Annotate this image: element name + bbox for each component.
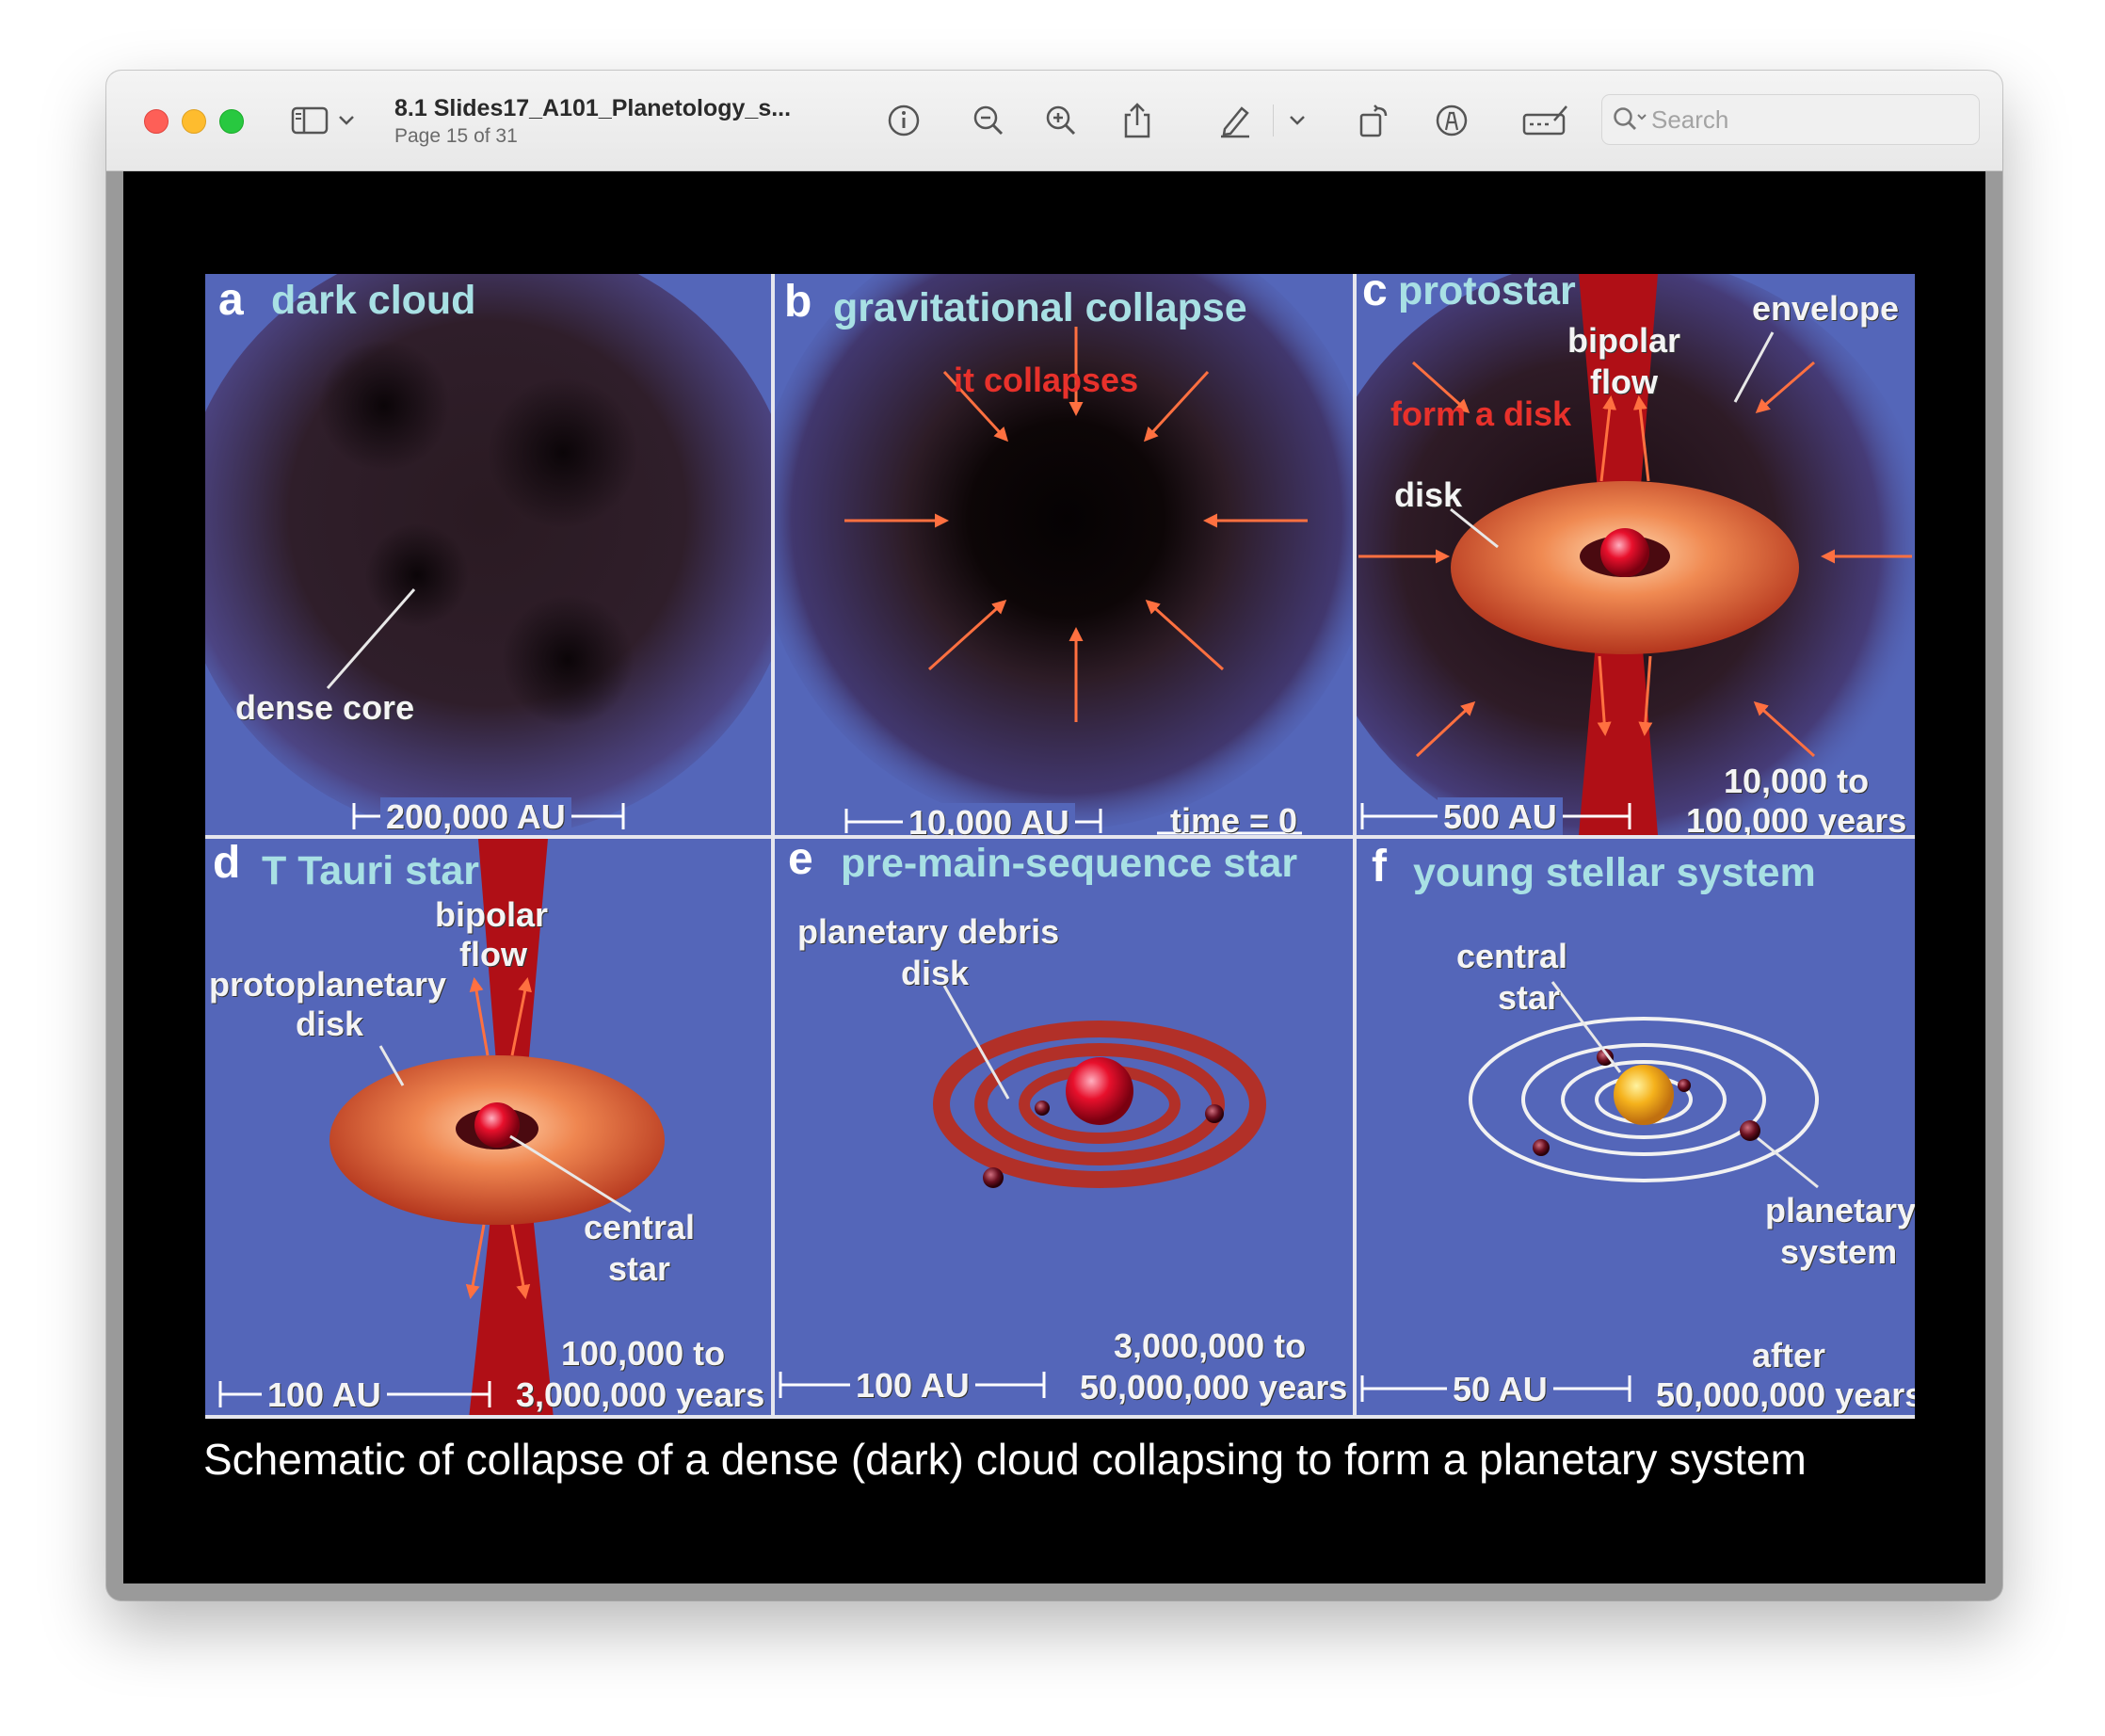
panel-c-title: protostar (1398, 274, 1576, 313)
disk-label: disk (1394, 475, 1463, 514)
panel-e-pre-main-sequence-star: e pre-main-sequence star planetary debri… (775, 839, 1353, 1419)
it-collapses-annotation: it collapses (954, 361, 1139, 399)
sidebar-icon (291, 106, 329, 135)
search-input[interactable] (1651, 103, 1962, 137)
markup-icon (1436, 104, 1468, 137)
highlight-options-button[interactable] (1283, 99, 1311, 142)
preview-window: 8.1 Slides17_A101_Planetology_s... Page … (106, 71, 2002, 1600)
debris-disk-label: disk (901, 954, 970, 992)
collapse-illustration (775, 274, 1353, 835)
central-label-f: central (1456, 937, 1568, 975)
bipolar-label-d: bipolar (435, 895, 549, 934)
rotate-icon (1359, 104, 1388, 137)
panel-d-duration-line2: 3,000,000 years (516, 1375, 765, 1414)
form-a-disk-annotation: form a disk (1390, 394, 1572, 433)
panel-e-letter: e (788, 839, 813, 884)
zoom-out-button[interactable] (967, 99, 1010, 142)
sidebar-options-button[interactable] (332, 99, 361, 142)
star-label-f: star (1498, 978, 1561, 1017)
panel-b-letter: b (784, 277, 812, 327)
bipolar-label: bipolar (1567, 321, 1681, 360)
page-indicator: Page 15 of 31 (394, 125, 518, 147)
chevron-down-icon (339, 116, 354, 125)
zoom-window-button[interactable] (219, 109, 244, 134)
panel-f-letter: f (1372, 842, 1387, 892)
close-window-button[interactable] (144, 109, 169, 134)
figure-divider-vertical-2 (1353, 274, 1357, 1419)
panel-c-scale: 500 AU (1438, 797, 1563, 835)
slide-caption: Schematic of collapse of a dense (dark) … (203, 1435, 1807, 1484)
planetary-debris-label: planetary debris (797, 912, 1060, 951)
flow-label-d: flow (459, 935, 527, 973)
panel-b-time: time = 0 (1170, 801, 1298, 835)
minimize-window-button[interactable] (182, 109, 206, 134)
info-button[interactable] (882, 99, 925, 142)
panel-f-duration-line2: 50,000,000 years (1656, 1375, 1915, 1414)
info-icon (888, 104, 920, 137)
panel-a-dark-cloud: a dark cloud dense core 200,000 AU (205, 274, 771, 835)
share-button[interactable] (1116, 99, 1159, 142)
figure-divider-vertical-1 (771, 274, 775, 1419)
figure-divider-horizontal (205, 835, 1915, 839)
planetary-label: planetary (1765, 1191, 1915, 1230)
dark-cloud-illustration (205, 274, 771, 835)
panel-d-t-tauri-star: d T Tauri star bipolar flow protoplaneta… (205, 839, 771, 1419)
panel-f-scale: 50 AU (1447, 1370, 1553, 1409)
form-fill-icon (1522, 105, 1567, 136)
system-label: system (1780, 1232, 1898, 1271)
panel-e-duration-line1: 3,000,000 to (1114, 1326, 1307, 1365)
panel-b-title: gravitational collapse (833, 285, 1247, 330)
title-bar: 8.1 Slides17_A101_Planetology_s... Page … (106, 71, 2002, 171)
search-icon (1612, 105, 1649, 138)
panel-f-title: young stellar system (1413, 850, 1816, 895)
zoom-out-icon (973, 105, 1004, 136)
star-formation-figure: a dark cloud dense core 200,000 AU b gra… (205, 274, 1915, 1419)
young-stellar-system-illustration (1357, 839, 1915, 1419)
markup-button[interactable] (1430, 99, 1473, 142)
figure-bottom-border (205, 1415, 1915, 1419)
panel-c-duration-line2: 100,000 years (1686, 801, 1907, 835)
panel-c-letter: c (1362, 274, 1388, 315)
panel-a-letter: a (218, 275, 244, 325)
envelope-label: envelope (1752, 289, 1900, 328)
share-icon (1124, 103, 1150, 138)
panel-d-title: T Tauri star (262, 848, 479, 893)
zoom-in-icon (1046, 105, 1076, 136)
flow-label: flow (1590, 362, 1658, 401)
panel-d-letter: d (213, 839, 241, 888)
panel-e-scale: 100 AU (850, 1366, 975, 1406)
panel-e-duration-line2: 50,000,000 years (1080, 1368, 1348, 1406)
panel-b-scale: 10,000 AU (903, 803, 1075, 835)
protoplanetary-label: protoplanetary (209, 965, 447, 1004)
chevron-down-icon (1290, 116, 1305, 125)
panel-d-duration-line1: 100,000 to (561, 1334, 726, 1373)
panel-c-protostar: c protostar bipolar flow envelope disk f… (1357, 274, 1915, 835)
panel-c-duration-line1: 10,000 to (1724, 762, 1870, 800)
panel-f-duration-line1: after (1752, 1336, 1826, 1374)
rotate-button[interactable] (1353, 99, 1396, 142)
dense-core-label: dense core (235, 688, 415, 727)
toolbar-divider (1273, 104, 1274, 137)
panel-a-scale: 200,000 AU (380, 797, 571, 835)
panel-e-title: pre-main-sequence star (841, 841, 1298, 886)
disk-label-d: disk (296, 1005, 364, 1043)
sidebar-toggle-button[interactable] (288, 99, 331, 142)
central-label-d: central (584, 1208, 696, 1246)
star-label-d: star (608, 1249, 671, 1288)
highlight-pen-icon (1221, 106, 1249, 138)
panel-f-young-stellar-system: f young stellar system central star plan… (1357, 839, 1915, 1419)
document-title: 8.1 Slides17_A101_Planetology_s... (394, 95, 792, 121)
search-field[interactable] (1601, 94, 1980, 145)
panel-a-title: dark cloud (271, 278, 476, 323)
document-page: a dark cloud dense core 200,000 AU b gra… (123, 171, 1985, 1583)
panel-d-scale: 100 AU (262, 1375, 387, 1415)
zoom-in-button[interactable] (1039, 99, 1083, 142)
form-fill-button[interactable] (1518, 99, 1574, 142)
highlight-button[interactable] (1213, 99, 1257, 142)
panel-b-gravitational-collapse: b gravitational collapse it collapses 10… (775, 274, 1353, 835)
